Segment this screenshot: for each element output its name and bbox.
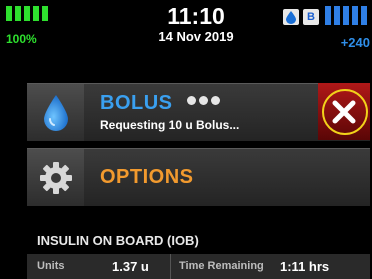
iob-summary: Units 1.37 u Time Remaining 1:11 hrs (27, 254, 370, 279)
bolus-title: BOLUS (100, 92, 173, 114)
insulin-reservoir-units: +240 (340, 35, 370, 50)
active-insulin-icon (283, 9, 299, 25)
current-time: 11:10 (167, 3, 225, 29)
bolus-status-badge: B (303, 9, 319, 25)
progress-dots-icon (187, 96, 220, 105)
current-date: 14 Nov 2019 (158, 29, 234, 44)
battery-level-icon (6, 6, 48, 21)
insulin-reservoir-icon (325, 6, 367, 25)
options-button[interactable]: OPTIONS (27, 148, 370, 206)
iob-header: INSULIN ON BOARD (IOB) (37, 233, 199, 248)
gear-icon (27, 149, 84, 206)
iob-time-remaining-value: 1:11 hrs (280, 259, 330, 274)
iob-units-value: 1.37 u (112, 259, 149, 274)
battery-percentage: 100% (6, 32, 37, 46)
insulin-drop-icon (27, 84, 84, 141)
iob-divider (170, 254, 171, 279)
cancel-bolus-button[interactable] (318, 83, 370, 140)
bolus-request-status: Requesting 10 u Bolus... (100, 118, 240, 132)
options-label: OPTIONS (100, 166, 194, 188)
iob-time-remaining-label: Time Remaining (179, 260, 264, 272)
highlight-ring (322, 89, 368, 135)
iob-units-label: Units (37, 260, 65, 272)
status-bar: 100% 11:10 14 Nov 2019 B +240 (0, 0, 372, 60)
